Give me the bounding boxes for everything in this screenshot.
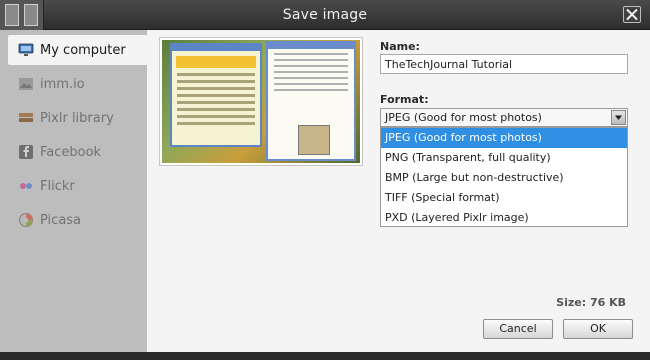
format-option-tiff[interactable]: TIFF (Special format) — [381, 188, 627, 208]
sidebar-item-my-computer[interactable]: My computer — [8, 35, 147, 65]
sidebar-item-imm-io[interactable]: imm.io — [8, 69, 147, 99]
format-label: Format: — [380, 93, 429, 106]
sidebar-item-label: Flickr — [40, 178, 75, 194]
dialog-title: Save image — [282, 7, 368, 23]
format-option-pxd[interactable]: PXD (Layered Pixlr image) — [381, 208, 627, 228]
flickr-icon — [18, 178, 34, 194]
name-input[interactable] — [380, 54, 628, 74]
image-preview — [159, 37, 363, 166]
format-select[interactable]: JPEG (Good for most photos) — [380, 108, 628, 127]
sidebar-item-pixlr-library[interactable]: Pixlr library — [8, 103, 147, 133]
format-option-jpeg[interactable]: JPEG (Good for most photos) — [381, 128, 627, 148]
sidebar-item-facebook[interactable]: Facebook — [8, 137, 147, 167]
preview-window-graphic — [170, 43, 262, 147]
preview-thumbnail — [162, 40, 360, 163]
save-options-panel: Name: Format: JPEG (Good for most photos… — [147, 30, 650, 352]
ok-button[interactable]: OK — [563, 319, 633, 339]
format-option-png[interactable]: PNG (Transparent, full quality) — [381, 148, 627, 168]
facebook-icon — [18, 144, 34, 160]
window-bottom-edge — [0, 352, 650, 360]
name-label: Name: — [380, 40, 420, 53]
file-size-text: Size: 76 KB — [556, 296, 626, 309]
image-icon — [18, 76, 34, 92]
save-destination-sidebar: My computer imm.io Pixlr library Faceboo… — [0, 30, 147, 360]
format-option-bmp[interactable]: BMP (Large but non-destructive) — [381, 168, 627, 188]
sidebar-item-label: Pixlr library — [40, 110, 114, 126]
preview-window-graphic — [266, 41, 356, 161]
chevron-down-icon[interactable] — [611, 110, 626, 125]
cancel-button[interactable]: Cancel — [483, 319, 553, 339]
sidebar-item-flickr[interactable]: Flickr — [8, 171, 147, 201]
sidebar-item-label: Facebook — [40, 144, 102, 160]
sidebar-item-label: My computer — [40, 42, 126, 58]
format-selected-value: JPEG (Good for most photos) — [385, 111, 542, 124]
close-icon[interactable] — [623, 6, 641, 23]
picasa-icon — [18, 212, 34, 228]
sidebar-item-label: imm.io — [40, 76, 85, 92]
monitor-icon — [18, 42, 34, 58]
sidebar-item-label: Picasa — [40, 212, 82, 228]
format-dropdown-list: JPEG (Good for most photos) PNG (Transpa… — [380, 127, 628, 227]
library-icon — [18, 110, 34, 126]
window-titlebar: Save image — [0, 0, 650, 30]
sidebar-item-picasa[interactable]: Picasa — [8, 205, 147, 235]
